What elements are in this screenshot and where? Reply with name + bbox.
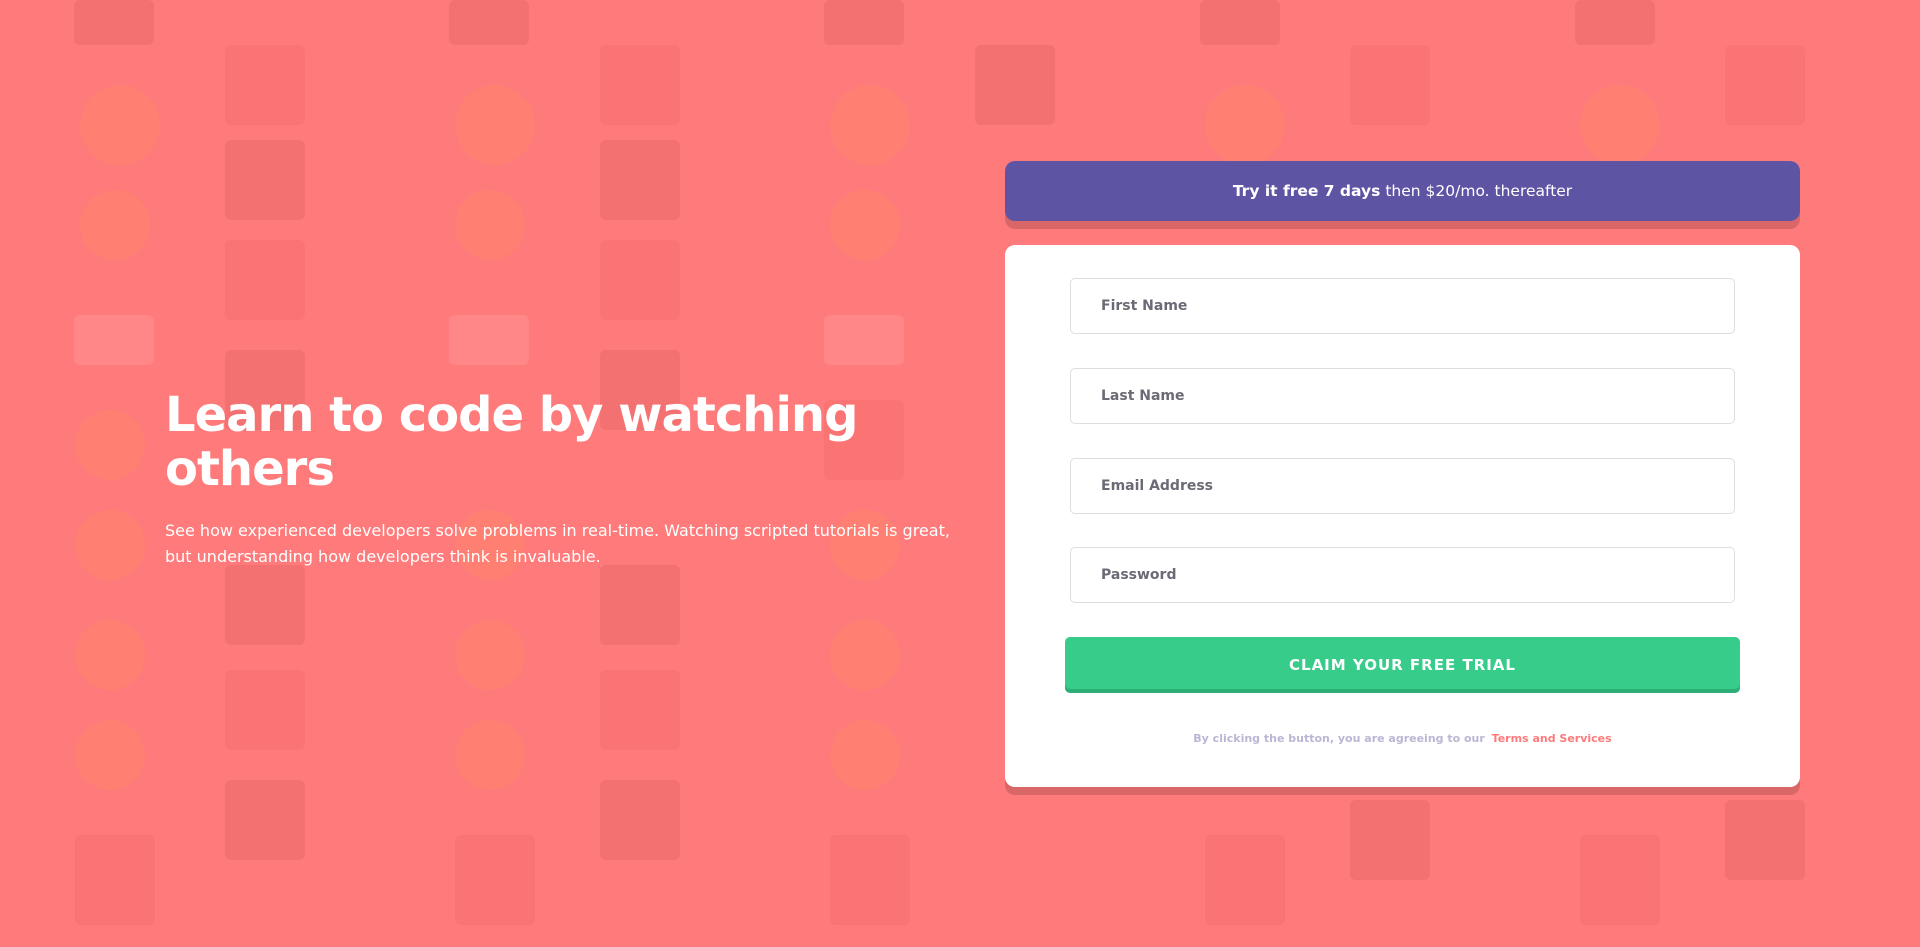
terms-notice: By clicking the button, you are agreeing… — [1005, 732, 1800, 745]
promo-price-text: then $20/mo. thereafter — [1385, 182, 1573, 200]
hero-title: Learn to code by watching others — [165, 387, 858, 497]
password-field-wrapper — [1070, 547, 1735, 603]
promo-banner: Try it free 7 days then $20/mo. thereaft… — [1005, 161, 1800, 221]
email-field-wrapper — [1070, 458, 1735, 514]
hero-section: Learn to code by watching others See how… — [165, 388, 965, 570]
email-input[interactable] — [1101, 478, 1704, 494]
first-name-input[interactable] — [1101, 298, 1704, 314]
claim-free-trial-button[interactable]: CLAIM YOUR FREE TRIAL — [1065, 637, 1740, 693]
terms-link[interactable]: Terms and Services — [1492, 732, 1612, 745]
first-name-field-wrapper — [1070, 278, 1735, 334]
terms-text: By clicking the button, you are agreeing… — [1193, 732, 1485, 745]
last-name-field-wrapper — [1070, 368, 1735, 424]
last-name-input[interactable] — [1101, 388, 1704, 404]
signup-form: CLAIM YOUR FREE TRIAL By clicking the bu… — [1005, 245, 1800, 787]
promo-bold-text: Try it free 7 days — [1232, 182, 1381, 200]
hero-description: See how experienced developers solve pro… — [165, 521, 950, 566]
password-input[interactable] — [1101, 567, 1704, 583]
